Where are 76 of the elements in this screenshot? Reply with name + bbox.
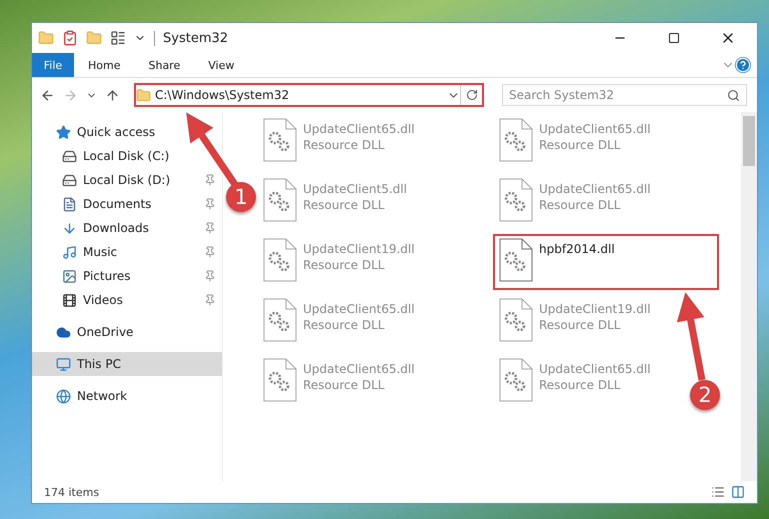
sidebar-item[interactable]: Network (32, 384, 222, 408)
file-name: UpdateClient65.dll (539, 362, 651, 376)
file-description: Resource DLL (539, 138, 622, 152)
scrollbar[interactable] (741, 112, 757, 481)
file-tab[interactable]: File (32, 53, 74, 77)
file-name: UpdateClient65.dll (303, 302, 415, 316)
download-icon (62, 220, 77, 236)
dll-file-icon (263, 238, 297, 282)
dll-file-icon (499, 358, 533, 402)
pin-icon (204, 294, 216, 306)
file-name: UpdateClient65.dll (303, 362, 415, 376)
help-icon[interactable] (735, 57, 751, 73)
sidebar-item[interactable]: This PC (32, 352, 222, 376)
pin-icon (204, 246, 216, 258)
sidebar-item[interactable]: Pictures (32, 264, 222, 288)
file-name: UpdateClient65.dll (303, 122, 415, 136)
file-description: Resource DLL (539, 318, 622, 332)
dll-file-icon (263, 178, 297, 222)
pin-icon (204, 222, 216, 234)
dll-file-icon (499, 118, 533, 162)
network-icon (56, 388, 71, 404)
file-name: UpdateClient65.dll (539, 182, 651, 196)
dll-file-icon (499, 178, 533, 222)
file-name: UpdateClient5.dll (303, 182, 407, 196)
document-icon (62, 196, 77, 212)
back-icon[interactable] (40, 88, 55, 102)
sidebar-item[interactable]: Downloads (32, 216, 222, 240)
sidebar-item[interactable]: Documents (32, 192, 222, 216)
up-icon[interactable] (105, 88, 120, 102)
refresh-icon (466, 89, 478, 101)
view-options-icon[interactable] (110, 30, 126, 46)
search-field[interactable]: Search System32 (502, 84, 747, 106)
file-name: UpdateClient19.dll (303, 242, 415, 256)
monitor-icon (56, 356, 71, 372)
file-description: Resource DLL (303, 198, 386, 212)
film-icon (62, 292, 77, 308)
file-name: UpdateClient19.dll (539, 302, 651, 316)
dll-file-icon (263, 358, 297, 402)
item-count: 174 items (44, 486, 100, 498)
ribbon-tab[interactable]: View (194, 53, 248, 77)
drive-icon (62, 148, 77, 164)
file-name: hpbf2014.dll (539, 242, 615, 256)
drive-icon (62, 172, 77, 188)
sidebar-item[interactable]: Videos (32, 288, 222, 312)
sidebar-item[interactable]: Quick access (32, 120, 222, 144)
pin-icon (204, 174, 216, 186)
file-description: Resource DLL (539, 198, 622, 212)
cloud-icon (56, 324, 71, 340)
sidebar-item[interactable]: Music (32, 240, 222, 264)
address-bar[interactable]: C:\Windows\System32 (134, 83, 484, 107)
pin-icon (204, 270, 216, 282)
folder-icon (136, 88, 151, 102)
file-name: UpdateClient65.dll (539, 122, 651, 136)
sidebar-item[interactable]: OneDrive (32, 320, 222, 344)
window-title: System32 (154, 30, 589, 46)
music-note-icon (62, 244, 77, 260)
maximize-icon (668, 32, 680, 44)
file-description: Resource DLL (303, 318, 386, 332)
details-view-icon[interactable] (711, 485, 725, 499)
picture-icon (62, 268, 77, 284)
ribbon-tab[interactable]: Share (134, 53, 194, 77)
sidebar-item[interactable]: Local Disk (C:) (32, 144, 222, 168)
address-path: C:\Windows\System32 (154, 88, 290, 102)
ribbon-tab[interactable]: Home (74, 53, 134, 77)
file-description: Resource DLL (303, 378, 386, 392)
file-item[interactable]: hpbf2014.dll (493, 234, 719, 290)
dll-file-icon (263, 298, 297, 342)
file-description: Resource DLL (539, 378, 622, 392)
file-description: Resource DLL (303, 258, 386, 272)
dll-file-icon (499, 298, 533, 342)
dll-file-icon (499, 238, 533, 282)
sidebar-item[interactable]: Local Disk (D:) (32, 168, 222, 192)
dll-file-icon (263, 118, 297, 162)
pin-icon (204, 198, 216, 210)
file-description: Resource DLL (303, 138, 386, 152)
star-icon (56, 124, 71, 140)
